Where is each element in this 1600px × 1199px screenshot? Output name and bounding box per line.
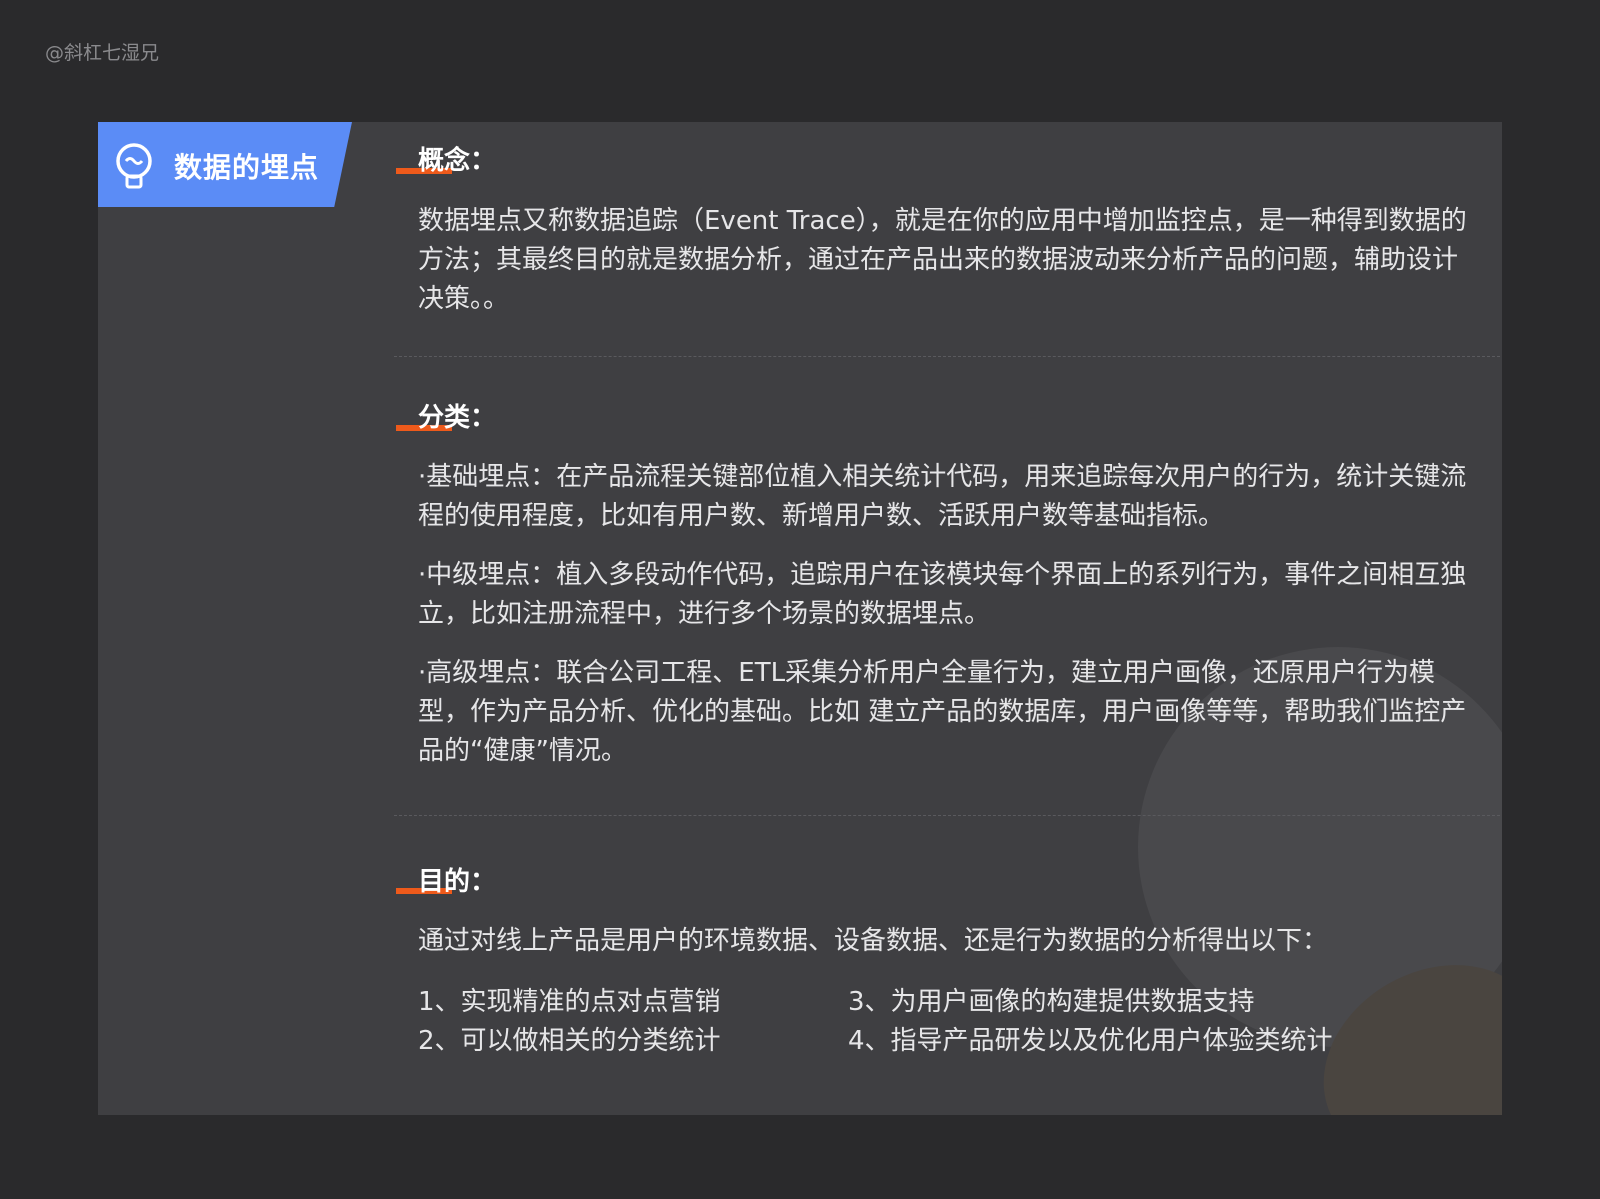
watermark: @斜杠七湿兄 (45, 42, 160, 64)
purpose-list-item: 2、可以做相关的分类统计 (418, 1026, 721, 1056)
purpose-list-item: 4、指导产品研发以及优化用户体验类统计 (848, 1026, 1333, 1056)
purpose-title: 目的： (418, 867, 497, 897)
concept-title: 概念： (418, 146, 497, 176)
header-badge: 数据的埋点 (98, 122, 352, 207)
classification-item-advanced: ·高级埋点：联合公司工程、ETL采集分析用户全量行为，建立用户画像，还原用户行为… (418, 658, 1467, 766)
purpose-intro: 通过对线上产品是用户的环境数据、设备数据、还是行为数据的分析得出以下： (418, 926, 1329, 956)
badge-title: 数据的埋点 (174, 151, 320, 184)
purpose-list-item: 1、实现精准的点对点营销 (418, 987, 721, 1017)
lightbulb-icon (112, 142, 156, 190)
section-divider (394, 815, 1500, 816)
classification-item-basic: ·基础埋点：在产品流程关键部位植入相关统计代码，用来追踪每次用户的行为，统计关键… (418, 462, 1467, 531)
classification-item-intermediate: ·中级埋点：植入多段动作代码，追踪用户在该模块每个界面上的系列行为，事件之间相互… (418, 560, 1467, 629)
section-divider (394, 356, 1500, 357)
concept-text: 数据埋点又称数据追踪（Event Trace），就是在你的应用中增加监控点，是一… (418, 206, 1467, 314)
classification-title: 分类： (418, 403, 497, 433)
purpose-list-item: 3、为用户画像的构建提供数据支持 (848, 987, 1255, 1017)
content-card: 数据的埋点 概念： 数据埋点又称数据追踪（Event Trace），就是在你的应… (98, 122, 1502, 1115)
